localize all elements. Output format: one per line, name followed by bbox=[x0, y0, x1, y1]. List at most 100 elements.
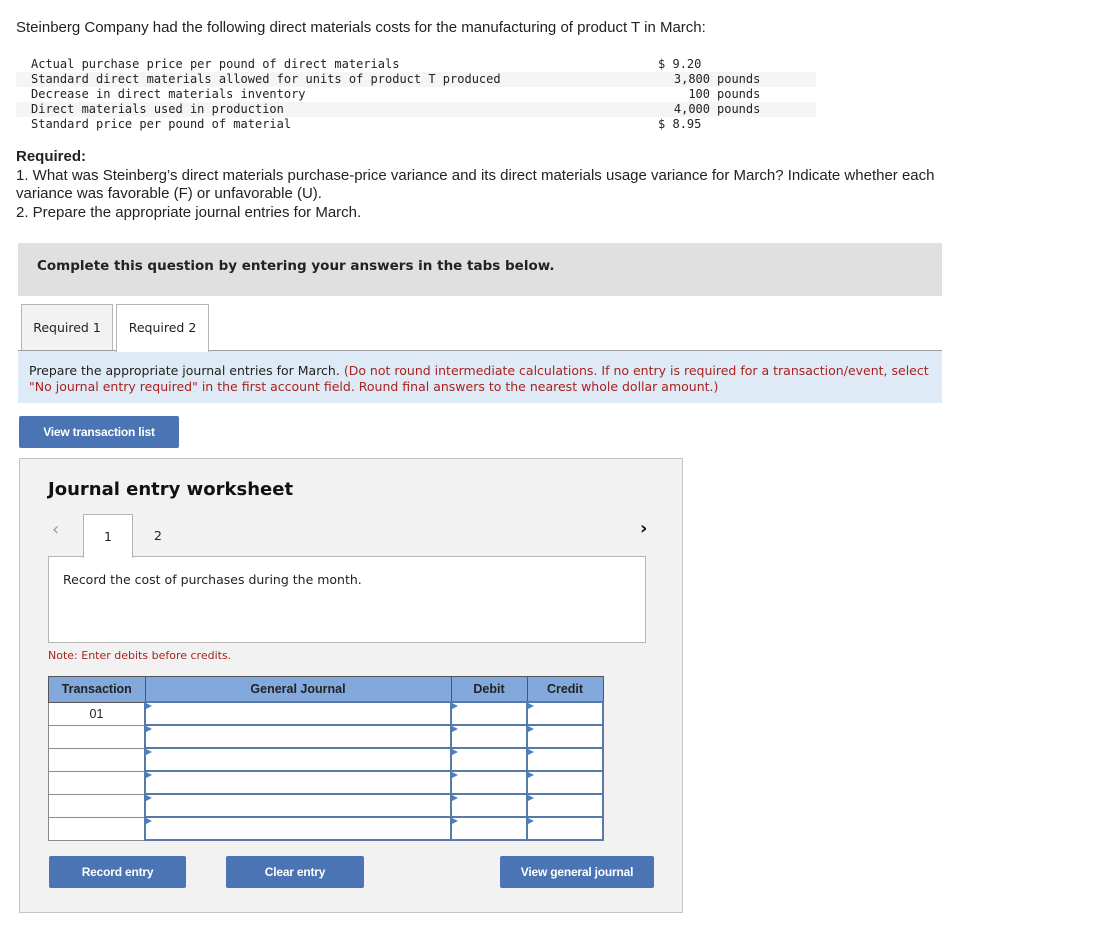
view-transaction-list-button[interactable]: View transaction list bbox=[19, 416, 179, 448]
given-value: 3,800 bbox=[673, 72, 710, 86]
tab-instructions: Prepare the appropriate journal entries … bbox=[18, 351, 942, 403]
debit-input-cell bbox=[450, 701, 528, 726]
dropdown-indicator-icon bbox=[452, 749, 458, 755]
chevron-left-icon[interactable]: ‹ bbox=[52, 519, 59, 540]
credit-input-cell bbox=[526, 701, 604, 726]
account-select-cell bbox=[144, 816, 452, 841]
debit-input-cell bbox=[450, 747, 528, 772]
journal-row bbox=[48, 770, 604, 795]
dropdown-indicator-icon bbox=[146, 703, 152, 709]
account-select[interactable] bbox=[146, 749, 450, 770]
credit-input-cell bbox=[526, 724, 604, 749]
account-select-cell bbox=[144, 701, 452, 726]
entry-tab-2[interactable]: 2 bbox=[133, 514, 183, 557]
credit-input-cell bbox=[526, 747, 604, 772]
debit-input[interactable] bbox=[452, 795, 526, 816]
tab-required-2[interactable]: Required 2 bbox=[116, 304, 209, 352]
transaction-cell bbox=[48, 724, 146, 749]
debit-input-cell bbox=[450, 770, 528, 795]
journal-row bbox=[48, 724, 604, 749]
credit-input[interactable] bbox=[528, 818, 602, 839]
dropdown-indicator-icon bbox=[452, 726, 458, 732]
entry-description-box: Record the cost of purchases during the … bbox=[48, 556, 646, 643]
given-unit: pounds bbox=[717, 87, 761, 101]
clear-entry-button[interactable]: Clear entry bbox=[226, 856, 364, 888]
account-select-cell bbox=[144, 793, 452, 818]
credit-input[interactable] bbox=[528, 749, 602, 770]
journal-row: 01 bbox=[48, 701, 604, 726]
account-select[interactable] bbox=[146, 818, 450, 839]
given-value: 100 bbox=[688, 87, 710, 101]
account-select-cell bbox=[144, 747, 452, 772]
transaction-cell bbox=[48, 816, 146, 841]
required-section: Required: 1. What was Steinberg’s direct… bbox=[16, 148, 946, 222]
instruction-banner: Complete this question by entering your … bbox=[18, 243, 942, 296]
given-unit: pounds bbox=[717, 72, 761, 86]
given-label: Decrease in direct materials inventory bbox=[31, 87, 306, 101]
tab-required-1[interactable]: Required 1 bbox=[21, 304, 113, 350]
dropdown-indicator-icon bbox=[452, 818, 458, 824]
dropdown-indicator-icon bbox=[528, 772, 534, 778]
dropdown-indicator-icon bbox=[528, 749, 534, 755]
transaction-cell bbox=[48, 793, 146, 818]
chevron-right-icon[interactable]: › bbox=[640, 518, 647, 539]
dropdown-indicator-icon bbox=[146, 749, 152, 755]
given-label: Standard direct materials allowed for un… bbox=[31, 72, 501, 86]
transaction-cell bbox=[48, 747, 146, 772]
entry-description: Record the cost of purchases during the … bbox=[63, 572, 362, 587]
required-heading: Required: bbox=[16, 148, 87, 165]
given-value: 4,000 bbox=[673, 102, 710, 116]
given-data-table: Actual purchase price per pound of direc… bbox=[16, 57, 816, 132]
entry-tab-1[interactable]: 1 bbox=[83, 514, 133, 558]
debit-input[interactable] bbox=[452, 772, 526, 793]
account-select[interactable] bbox=[146, 772, 450, 793]
dropdown-indicator-icon bbox=[528, 703, 534, 709]
required-item-2: 2. Prepare the appropriate journal entri… bbox=[16, 203, 362, 221]
credit-input[interactable] bbox=[528, 726, 602, 747]
banner-text: Complete this question by entering your … bbox=[37, 258, 555, 274]
journal-header-row: Transaction General Journal Debit Credit bbox=[48, 676, 604, 703]
account-select-cell bbox=[144, 770, 452, 795]
given-label: Standard price per pound of material bbox=[31, 117, 292, 131]
problem-intro: Steinberg Company had the following dire… bbox=[16, 19, 706, 36]
dropdown-indicator-icon bbox=[146, 772, 152, 778]
debit-input[interactable] bbox=[452, 726, 526, 747]
debit-input-cell bbox=[450, 724, 528, 749]
debit-input[interactable] bbox=[452, 818, 526, 839]
credit-input[interactable] bbox=[528, 703, 602, 724]
transaction-cell: 01 bbox=[48, 701, 146, 726]
journal-entry-worksheet: Journal entry worksheet ‹ 1 2 › Record t… bbox=[19, 458, 683, 913]
given-label: Direct materials used in production bbox=[31, 102, 284, 116]
header-general-journal: General Journal bbox=[144, 676, 452, 703]
debits-note: Note: Enter debits before credits. bbox=[48, 649, 232, 662]
debit-input-cell bbox=[450, 793, 528, 818]
header-transaction: Transaction bbox=[48, 676, 146, 703]
given-label: Actual purchase price per pound of direc… bbox=[31, 57, 400, 71]
journal-row bbox=[48, 793, 604, 818]
given-row: Direct materials used in production 4,00… bbox=[16, 102, 816, 117]
record-entry-button[interactable]: Record entry bbox=[49, 856, 186, 888]
given-value: $ 8.95 bbox=[658, 117, 702, 131]
given-value: $ 9.20 bbox=[658, 57, 702, 71]
account-select[interactable] bbox=[146, 795, 450, 816]
worksheet-title: Journal entry worksheet bbox=[48, 479, 294, 500]
required-item-1: 1. What was Steinberg’s direct materials… bbox=[16, 166, 935, 203]
given-row: Standard direct materials allowed for un… bbox=[16, 72, 816, 87]
credit-input[interactable] bbox=[528, 795, 602, 816]
view-general-journal-button[interactable]: View general journal bbox=[500, 856, 654, 888]
debit-input[interactable] bbox=[452, 749, 526, 770]
account-select[interactable] bbox=[146, 726, 450, 747]
given-unit: pounds bbox=[717, 102, 761, 116]
given-row: Standard price per pound of material $ 8… bbox=[16, 117, 816, 132]
given-row: Decrease in direct materials inventory 1… bbox=[16, 87, 816, 102]
dropdown-indicator-icon bbox=[146, 818, 152, 824]
credit-input[interactable] bbox=[528, 772, 602, 793]
account-select-cell bbox=[144, 724, 452, 749]
account-select[interactable] bbox=[146, 703, 450, 724]
transaction-cell bbox=[48, 770, 146, 795]
credit-input-cell bbox=[526, 816, 604, 841]
credit-input-cell bbox=[526, 793, 604, 818]
journal-row bbox=[48, 747, 604, 772]
dropdown-indicator-icon bbox=[528, 818, 534, 824]
debit-input[interactable] bbox=[452, 703, 526, 724]
